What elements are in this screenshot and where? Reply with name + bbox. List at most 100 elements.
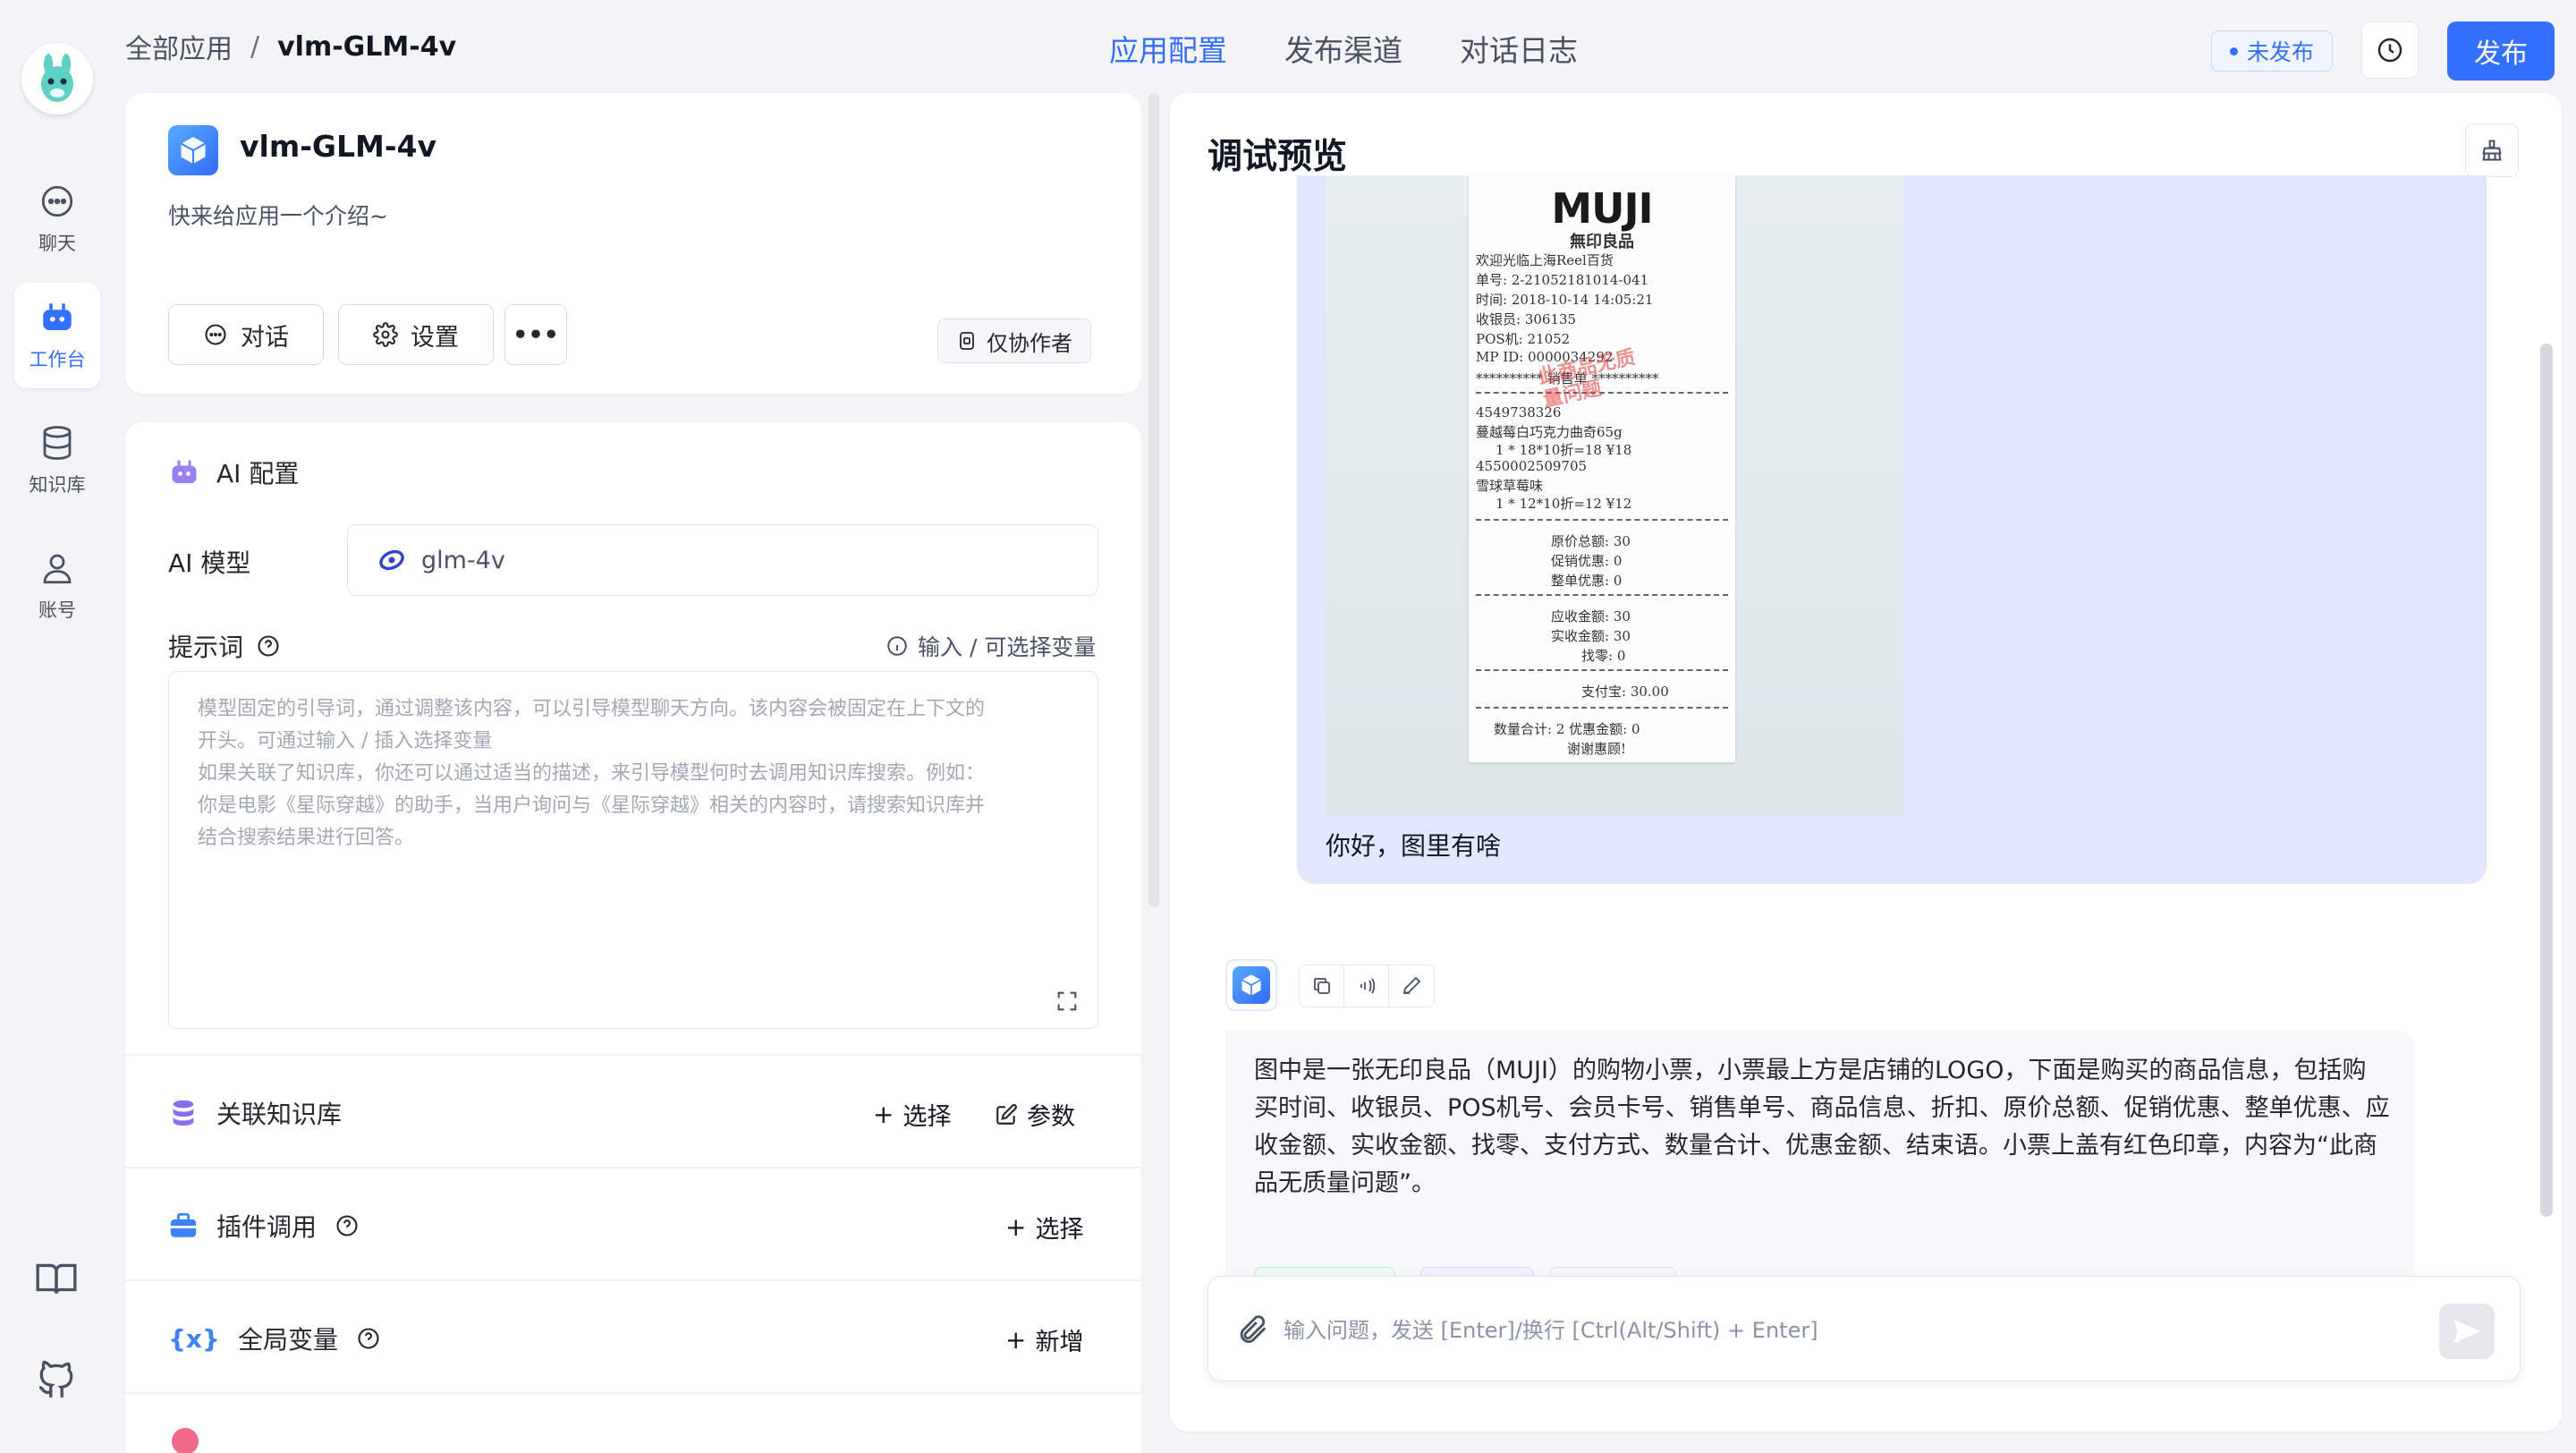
section-divider — [125, 1279, 1141, 1281]
receipt-line: 单号: 2-21052181014-041 — [1476, 272, 1649, 288]
nav-chat[interactable]: 聊天 — [14, 166, 100, 272]
prompt-placeholder-line: 如果关联了知识库，你还可以通过适当的描述，来引导模型何时去调用知识库搜索。例如： — [198, 762, 986, 785]
mascot-icon — [41, 54, 73, 102]
prompt-hint-text: 输入 / 可选择变量 — [918, 634, 1097, 660]
prompt-textarea[interactable]: 模型固定的引导词，通过调整该内容，可以引导模型聊天方向。该内容会被固定在上下文的… — [168, 671, 1098, 1029]
docs-button[interactable] — [34, 1256, 79, 1301]
help-icon[interactable] — [356, 1326, 381, 1351]
help-icon[interactable] — [335, 1213, 360, 1238]
chat-button[interactable]: 对话 — [168, 304, 324, 365]
app-name: vlm-GLM-4v — [240, 129, 437, 164]
paperclip-icon[interactable] — [1235, 1313, 1269, 1347]
app-avatar — [168, 125, 218, 175]
app-info-card: vlm-GLM-4v 快来给应用一个介绍~ 对话 设置 ••• 仅协作者 — [125, 93, 1141, 394]
debug-preview-panel: 调试预览 MUJI 無印良品 欢迎光临上海Reel百货 单号: 2-210521… — [1170, 93, 2562, 1432]
settings-button-label: 设置 — [411, 323, 459, 352]
preview-scrollbar[interactable] — [2540, 344, 2553, 1217]
history-button[interactable] — [2361, 21, 2419, 79]
edit-icon — [996, 1103, 1017, 1125]
read-aloud-button[interactable] — [1344, 965, 1389, 1007]
receipt-line: 实收金额: 30 — [1551, 628, 1631, 644]
collaborators-badge[interactable]: 仅协作者 — [937, 319, 1091, 363]
nav-knowledge-label: 知识库 — [29, 474, 86, 496]
receipt-line: 数量合计: 2 优惠金额: 0 — [1494, 721, 1640, 737]
robot-icon — [43, 303, 72, 330]
ai-config-header: AI 配置 — [168, 455, 299, 490]
ai-config-card: AI 配置 AI 模型 glm-4v 提示词 输入 / 可选择变量 模型固定的引… — [125, 422, 1141, 1453]
breadcrumb-separator: / — [250, 30, 260, 63]
variables-label: 全局变量 — [237, 1325, 338, 1355]
prompt-placeholder-line: 结合搜索结果进行回答。 — [198, 827, 415, 849]
knowledge-select-button[interactable]: + 选择 — [873, 1097, 951, 1132]
user-icon — [43, 554, 72, 584]
tab-publish-channels[interactable]: 发布渠道 — [1284, 27, 1402, 70]
status-badge-label: 未发布 — [2247, 39, 2315, 65]
copy-button[interactable] — [1300, 965, 1344, 1007]
nav-knowledge[interactable]: 知识库 — [14, 408, 100, 514]
app-intro[interactable]: 快来给应用一个介绍~ — [168, 199, 388, 231]
cube-icon — [1241, 974, 1261, 996]
prompt-hint: 输入 / 可选择变量 — [886, 630, 1096, 662]
nav-account[interactable]: 账号 — [14, 533, 100, 639]
github-button[interactable] — [34, 1356, 79, 1401]
knowledge-params-label: 参数 — [1027, 1103, 1075, 1131]
receipt-line: 雪球草莓味 — [1476, 478, 1544, 494]
pencil-icon — [1402, 976, 1421, 995]
more-button[interactable]: ••• — [504, 304, 567, 365]
publish-button[interactable]: 发布 — [2447, 21, 2555, 81]
robot-config-icon — [172, 460, 197, 483]
receipt-brand-cn: 無印良品 — [1570, 233, 1634, 251]
expand-icon[interactable] — [1055, 989, 1080, 1014]
knowledge-params-button[interactable]: 参数 — [995, 1097, 1075, 1132]
receipt-line: 促销优惠: 0 — [1551, 553, 1623, 569]
ai-model-select[interactable]: glm-4v — [347, 524, 1098, 596]
plus-icon: + — [1005, 1212, 1027, 1242]
collaborators-label: 仅协作者 — [987, 330, 1072, 356]
breadcrumb: 全部应用 / vlm-GLM-4v — [125, 27, 456, 66]
tab-app-config[interactable]: 应用配置 — [1109, 27, 1227, 70]
settings-button[interactable]: 设置 — [338, 304, 494, 365]
info-icon — [887, 636, 907, 656]
edit-button[interactable] — [1389, 965, 1434, 1007]
plugins-select-label: 选择 — [1035, 1216, 1084, 1244]
plugins-select-button[interactable]: + 选择 — [1005, 1210, 1083, 1245]
section-divider — [125, 1167, 1141, 1168]
ai-avatar — [1225, 959, 1277, 1011]
nav-workbench-label: 工作台 — [29, 349, 86, 370]
ai-message-toolbar — [1299, 964, 1435, 1007]
cube-icon — [180, 137, 207, 164]
nav-workbench[interactable]: 工作台 — [14, 283, 100, 388]
gear-icon — [373, 322, 398, 347]
plugins-section: 插件调用 — [168, 1208, 360, 1244]
receipt-line: 欢迎光临上海Reel百货 — [1476, 252, 1614, 268]
chat-icon — [41, 185, 73, 217]
config-scrollbar[interactable] — [1148, 93, 1159, 907]
help-icon[interactable] — [256, 633, 281, 659]
github-icon — [38, 1360, 73, 1398]
receipt-divider — [1476, 707, 1728, 709]
lock-icon — [960, 332, 974, 350]
breadcrumb-root[interactable]: 全部应用 — [125, 27, 233, 66]
send-button[interactable] — [2439, 1304, 2495, 1359]
chat-input-placeholder: 输入问题，发送 [Enter]/换行 [Ctrl(Alt/Shift) + En… — [1284, 1318, 1818, 1343]
variables-add-button[interactable]: + 新增 — [1005, 1322, 1083, 1357]
receipt-image: MUJI 無印良品 欢迎光临上海Reel百货 单号: 2-21052181014… — [1469, 175, 1735, 762]
receipt-divider — [1476, 669, 1728, 671]
nav-chat-label: 聊天 — [38, 233, 76, 254]
breadcrumb-current: vlm-GLM-4v — [277, 30, 457, 63]
clear-chat-button[interactable] — [2465, 123, 2519, 177]
glm-model-icon — [379, 549, 404, 571]
knowledge-select-label: 选择 — [902, 1103, 952, 1131]
uploaded-image[interactable]: MUJI 無印良品 欢迎光临上海Reel百货 单号: 2-21052181014… — [1326, 175, 1903, 816]
variables-section: {x} 全局变量 — [168, 1321, 381, 1356]
sound-wave-icon — [1360, 978, 1375, 994]
app-logo[interactable] — [21, 43, 93, 115]
chat-input-box[interactable]: 输入问题，发送 [Enter]/换行 [Ctrl(Alt/Shift) + En… — [1208, 1276, 2521, 1381]
receipt-line: 应收金额: 30 — [1551, 608, 1631, 625]
clock-icon — [2377, 38, 2402, 63]
top-tabs: 应用配置 发布渠道 对话日志 — [1109, 27, 1578, 70]
plugins-label: 插件调用 — [216, 1212, 318, 1242]
copy-icon — [1313, 978, 1330, 994]
left-rail: 聊天 工作台 知识库 账号 — [0, 0, 113, 1453]
tab-chat-logs[interactable]: 对话日志 — [1460, 27, 1578, 70]
